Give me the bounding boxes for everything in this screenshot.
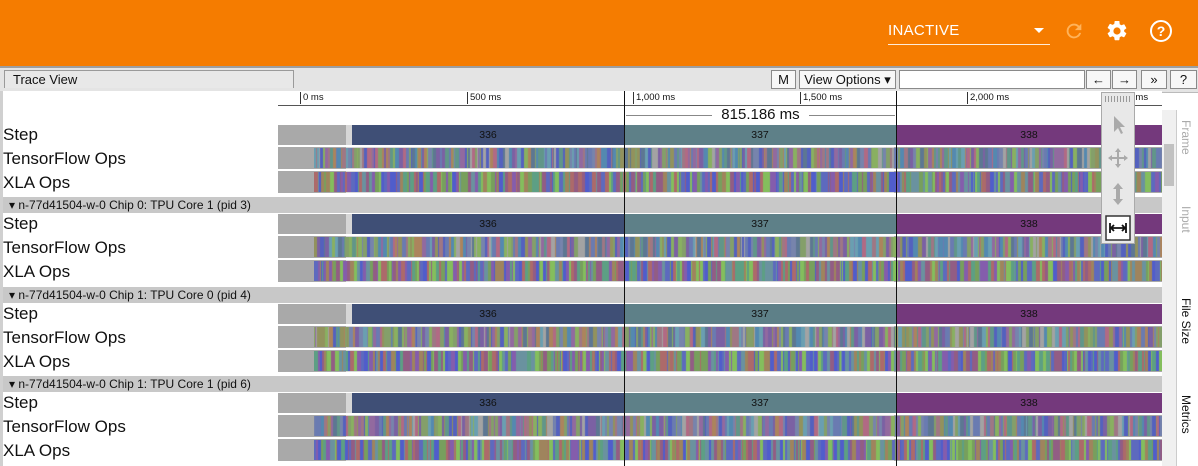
ruler-tick: 500 ms: [467, 92, 501, 104]
step-block[interactable]: 336: [352, 125, 624, 145]
drag-handle[interactable]: [1105, 96, 1131, 102]
top-app-bar: INACTIVE ?: [0, 0, 1198, 66]
step-block[interactable]: 336: [352, 214, 624, 234]
scrollbar-thumb[interactable]: [1164, 144, 1174, 186]
step-block[interactable]: 337: [624, 304, 896, 324]
track-label: Step: [3, 393, 38, 412]
track-label: XLA Ops: [3, 441, 71, 460]
selection-start-line: [624, 91, 625, 466]
side-tab-frame[interactable]: Frame: [1179, 120, 1193, 155]
help-icon[interactable]: ?: [1149, 19, 1173, 43]
process-header[interactable]: ▾ n-77d41504-w-0 Chip 1: TPU Core 0 (pid…: [3, 287, 1163, 303]
tensorflow-ops-slices[interactable]: [314, 416, 1162, 436]
measure-right-line: [809, 115, 895, 116]
track-label: Step: [3, 304, 38, 323]
xla-ops-slices[interactable]: [314, 172, 1162, 192]
side-tab-metrics[interactable]: Metrics: [1179, 395, 1193, 434]
step-block[interactable]: 336: [352, 393, 624, 413]
track-label: XLA Ops: [3, 262, 71, 281]
help-button[interactable]: ?: [1170, 70, 1197, 89]
mode-select-value: INACTIVE: [888, 22, 960, 39]
gear-icon[interactable]: [1105, 19, 1129, 43]
next-button[interactable]: →: [1112, 70, 1137, 89]
select-tool-icon[interactable]: [1105, 111, 1131, 137]
vertical-scrollbar[interactable]: [1162, 110, 1176, 466]
side-tab-input[interactable]: Input: [1179, 206, 1193, 233]
svg-text:?: ?: [1157, 23, 1166, 39]
side-panel-tabs: Frame Input File Size Metrics: [1176, 110, 1198, 466]
track-label: XLA Ops: [3, 352, 71, 371]
more-button[interactable]: »: [1141, 70, 1167, 89]
track-label: Step: [3, 214, 38, 233]
track-label: TensorFlow Ops: [3, 328, 126, 347]
step-block[interactable]: 336: [352, 304, 624, 324]
ruler-tick: 2,000 ms: [967, 92, 1009, 104]
tensorflow-ops-slices[interactable]: [314, 327, 1162, 347]
xla-ops-slices[interactable]: [314, 261, 1162, 281]
track-label: XLA Ops: [3, 173, 71, 192]
m-button[interactable]: M: [771, 70, 796, 89]
selection-duration: 815.186 ms: [624, 106, 897, 124]
chevron-down-icon: [1034, 28, 1044, 33]
track-label: TensorFlow Ops: [3, 238, 126, 257]
ruler-tick: 1,000 ms: [633, 92, 675, 104]
process-header[interactable]: ▾ n-77d41504-w-0 Chip 0: TPU Core 1 (pid…: [3, 197, 1163, 213]
side-tab-file-size[interactable]: File Size: [1179, 298, 1193, 344]
zoom-tool-icon[interactable]: [1105, 181, 1131, 207]
tensorflow-ops-slices[interactable]: [314, 237, 1162, 257]
track-label: TensorFlow Ops: [3, 149, 126, 168]
time-ruler: 0 ms 500 ms 1,000 ms 1,500 ms 2,000 ms 2…: [278, 91, 1162, 106]
measure-left-line: [626, 115, 712, 116]
xla-ops-slices[interactable]: [314, 440, 1162, 460]
selection-end-line: [896, 91, 897, 466]
ruler-tick: 0 ms: [300, 92, 324, 104]
xla-ops-slices[interactable]: [314, 351, 1162, 371]
tensorflow-ops-slices[interactable]: [314, 148, 1162, 168]
step-block[interactable]: 337: [624, 125, 896, 145]
selection-duration-label: 815.186 ms: [721, 106, 800, 123]
pan-tool-icon[interactable]: [1105, 145, 1131, 171]
track-label: Step: [3, 125, 38, 144]
mouse-mode-toolbar: [1101, 92, 1135, 244]
timing-tool-icon[interactable]: [1105, 215, 1131, 241]
view-options-button[interactable]: View Options ▾: [799, 70, 896, 89]
mode-select[interactable]: INACTIVE: [888, 18, 1050, 45]
prev-button[interactable]: ←: [1086, 70, 1111, 89]
search-input[interactable]: [899, 70, 1085, 89]
step-block[interactable]: 338: [896, 393, 1162, 413]
step-block[interactable]: 337: [624, 214, 896, 234]
ruler-tick: 1,500 ms: [800, 92, 842, 104]
step-block[interactable]: 338: [896, 304, 1162, 324]
refresh-icon[interactable]: [1063, 20, 1085, 42]
trace-toolbar: Trace View M View Options ▾ ← → » ?: [0, 66, 1198, 93]
step-block[interactable]: 337: [624, 393, 896, 413]
process-header[interactable]: ▾ n-77d41504-w-0 Chip 1: TPU Core 1 (pid…: [3, 376, 1163, 392]
trace-view-title: Trace View: [4, 70, 294, 88]
track-label: TensorFlow Ops: [3, 417, 126, 436]
